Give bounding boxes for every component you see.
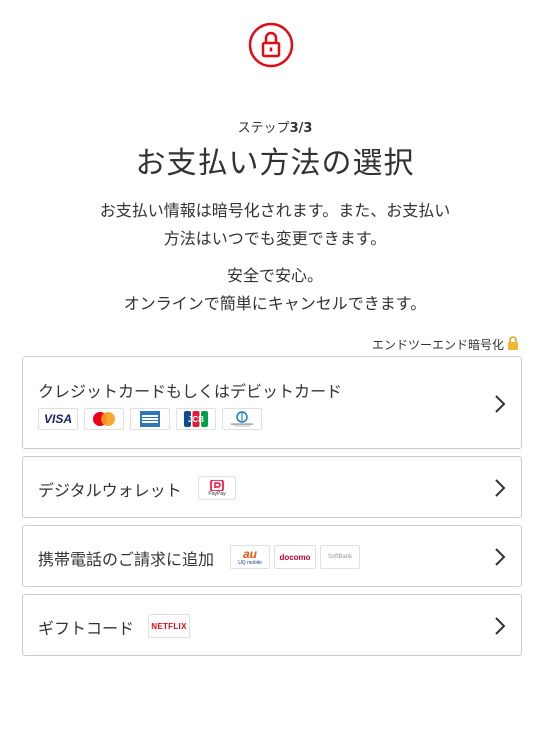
description-line-4: オンラインで簡単にキャンセルできます。 <box>123 294 427 313</box>
chevron-right-icon <box>495 548 506 566</box>
netflix-logo: NETFLIX <box>148 614 190 638</box>
description-line-2: 方法はいつでも変更できます。 <box>163 229 387 248</box>
option-label: 携帯電話のご請求に追加 <box>38 550 215 569</box>
svg-text:JCB: JCB <box>188 415 204 424</box>
softbank-logo: SoftBank <box>320 545 360 569</box>
encryption-label: エンドツーエンド暗号化 <box>371 338 504 352</box>
step-prefix: ステップ <box>237 121 290 136</box>
option-carrier-billing[interactable]: 携帯電話のご請求に追加 au UQ mobile docomo SoftBank <box>22 525 522 587</box>
diners-club-logo <box>222 408 262 430</box>
option-label: ギフトコード <box>38 619 135 638</box>
jcb-logo: JCB <box>176 408 216 430</box>
amex-logo <box>130 408 170 430</box>
mastercard-logo <box>84 408 124 430</box>
chevron-right-icon <box>495 395 506 413</box>
encryption-note: エンドツーエンド暗号化 <box>372 336 519 353</box>
reassurance: 安全で安心。 オンラインで簡単にキャンセルできます。 <box>0 262 550 318</box>
description-line-3: 安全で安心。 <box>226 266 323 285</box>
step-indicator: ステップ3/3 <box>0 117 550 136</box>
description-line-1: お支払い情報は暗号化されます。また、お支払い <box>99 201 451 220</box>
docomo-logo: docomo <box>274 545 316 569</box>
chevron-right-icon <box>495 479 506 497</box>
visa-logo: VISA <box>38 408 78 430</box>
option-gift-code[interactable]: ギフトコード NETFLIX <box>22 594 522 656</box>
lock-icon <box>248 22 294 68</box>
description: お支払い情報は暗号化されます。また、お支払い 方法はいつでも変更できます。 <box>0 197 550 253</box>
page-title: お支払い方法の選択 <box>135 146 415 181</box>
option-label: デジタルウォレット <box>38 481 182 500</box>
chevron-right-icon <box>495 617 506 635</box>
option-digital-wallet[interactable]: デジタルウォレット PayPay <box>22 456 522 518</box>
au-uq-mobile-logo: au UQ mobile <box>230 545 270 569</box>
step-value: 3/3 <box>289 121 313 136</box>
paypay-logo: PayPay <box>198 476 236 500</box>
option-credit-card[interactable]: クレジットカードもしくはデビットカード VISA JCB <box>22 356 522 449</box>
option-label: クレジットカードもしくはデビットカード <box>38 382 343 401</box>
small-lock-icon <box>507 336 519 353</box>
